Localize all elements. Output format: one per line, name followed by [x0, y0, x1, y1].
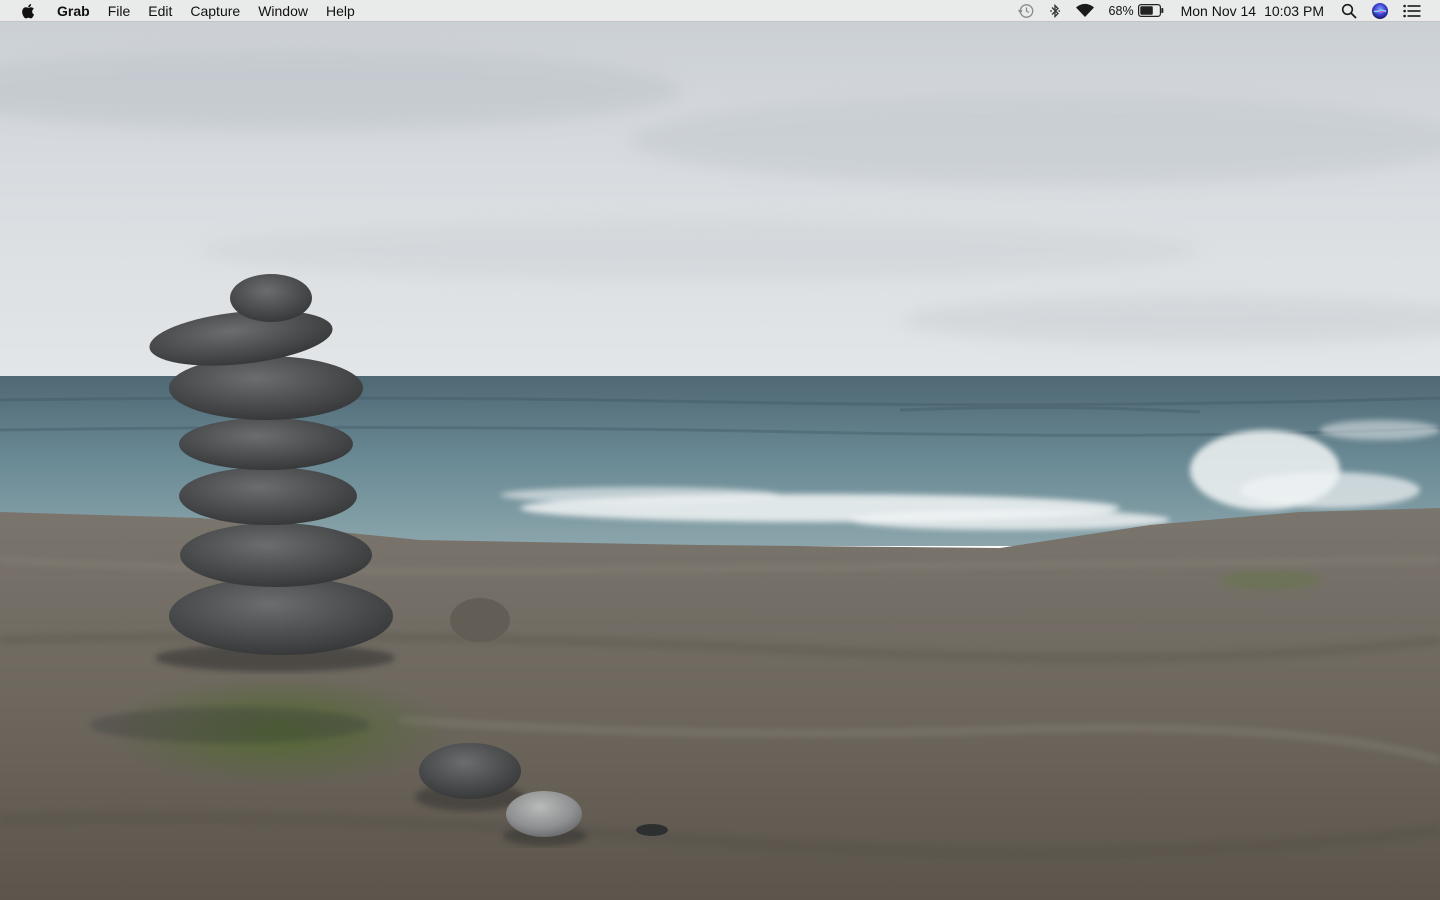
- time-machine-menu[interactable]: [1010, 0, 1042, 22]
- menu-bar-clock[interactable]: Mon Nov 14 10:03 PM: [1171, 0, 1334, 22]
- clock-date: Mon Nov 14: [1180, 2, 1257, 19]
- notification-center-icon: [1403, 4, 1421, 17]
- menu-file[interactable]: File: [99, 0, 140, 22]
- spotlight-button[interactable]: [1334, 0, 1364, 22]
- bluetooth-icon: [1049, 3, 1060, 18]
- clock-time: 10:03 PM: [1264, 2, 1324, 19]
- menu-window[interactable]: Window: [249, 0, 317, 22]
- menu-bar-status: 68% Mon Nov 14 10:03 PM: [1010, 0, 1440, 22]
- battery-icon: [1137, 4, 1163, 17]
- siri-button[interactable]: [1364, 0, 1396, 22]
- siri-icon: [1372, 2, 1388, 19]
- battery-menu[interactable]: 68%: [1102, 0, 1171, 22]
- bluetooth-menu[interactable]: [1042, 0, 1068, 22]
- search-icon: [1341, 3, 1357, 18]
- desktop[interactable]: Grab File Edit Capture Window Help 68% M…: [0, 0, 1440, 900]
- apple-logo-icon: [22, 3, 34, 18]
- wifi-menu[interactable]: [1068, 0, 1102, 22]
- battery-percentage: 68%: [1108, 3, 1134, 18]
- app-menu-grab[interactable]: Grab: [48, 0, 99, 22]
- menu-capture[interactable]: Capture: [181, 0, 249, 22]
- menu-edit[interactable]: Edit: [139, 0, 181, 22]
- wifi-icon: [1075, 3, 1094, 17]
- notification-center-button[interactable]: [1396, 0, 1428, 22]
- desktop-wallpaper: [0, 0, 1440, 900]
- time-machine-icon: [1017, 3, 1033, 18]
- apple-menu[interactable]: [0, 0, 48, 22]
- menu-bar: Grab File Edit Capture Window Help 68% M…: [0, 0, 1440, 22]
- menu-bar-left: Grab File Edit Capture Window Help: [0, 0, 364, 22]
- menu-help[interactable]: Help: [317, 0, 364, 22]
